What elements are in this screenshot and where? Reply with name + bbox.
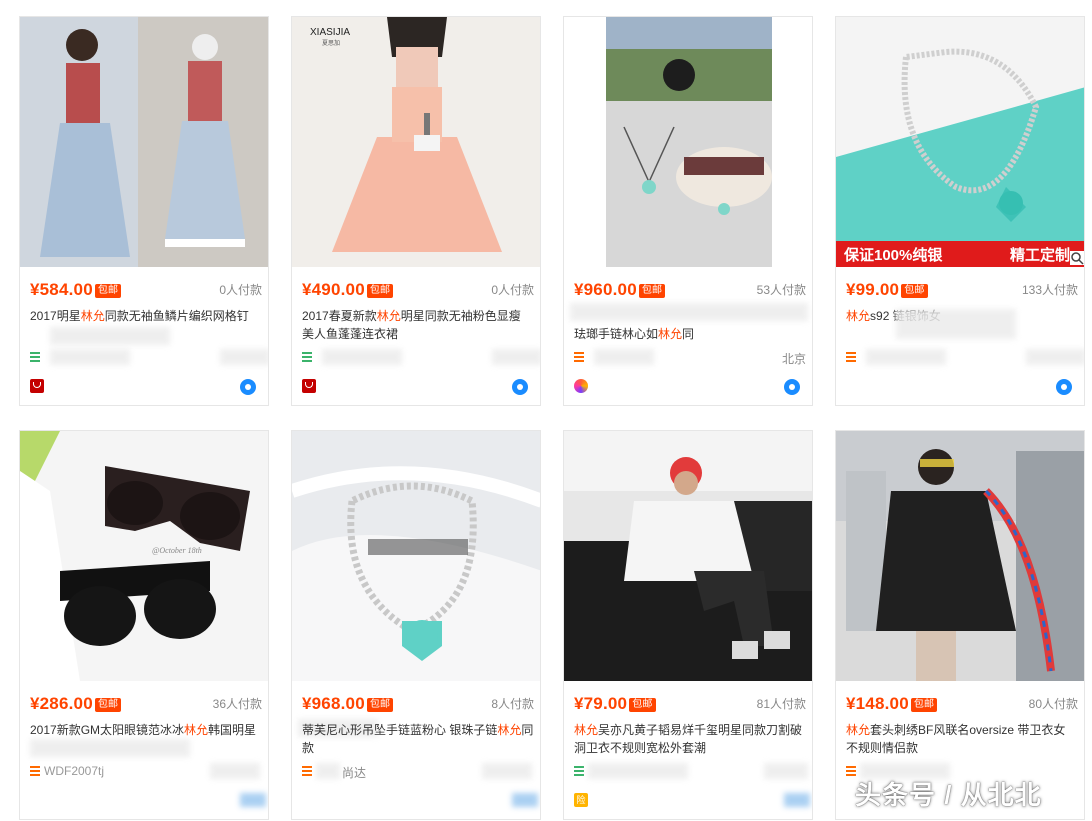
free-shipping-badge: 包邮 <box>638 284 666 298</box>
product-card[interactable]: ¥960.00 包邮 53人付款 珐瑯手链林心如林允同 北京 <box>563 16 813 406</box>
price: ¥584.00 包邮 <box>30 279 122 301</box>
shop-row: 北京 <box>574 349 806 369</box>
image-caption: @October 18th <box>152 546 202 555</box>
insurance-badge: 险 <box>574 793 588 807</box>
badge-row <box>574 379 806 397</box>
price-row: ¥490.00 包邮 0人付款 <box>302 279 534 301</box>
sold-count: 53人付款 <box>756 283 806 297</box>
product-image[interactable]: @October 18th <box>20 431 268 681</box>
sold-count: 36人付款 <box>212 697 262 711</box>
price: ¥148.00 包邮 <box>846 693 938 715</box>
product-card[interactable]: ¥584.00 包邮 0人付款 2017明星林允同款无袖鱼鳞片编织网格钉 <box>19 16 269 406</box>
badge-row <box>30 793 266 811</box>
tmall-icon <box>30 379 44 393</box>
price-row: ¥960.00 包邮 53人付款 <box>574 279 806 301</box>
product-title[interactable]: 蒂芙尼心形吊坠手链蓝粉心 银珠子链林允同款 <box>302 721 534 757</box>
location: 北京 <box>781 352 806 366</box>
wangwang-chat-icon[interactable] <box>240 379 256 395</box>
shop-icon <box>302 352 312 362</box>
sold-count: 81人付款 <box>756 697 806 711</box>
zoom-icon[interactable] <box>1070 251 1084 265</box>
sold-count: 0人付款 <box>491 283 534 297</box>
price-row: ¥286.00 包邮 36人付款 <box>30 693 262 715</box>
price-row: ¥968.00 包邮 8人付款 <box>302 693 534 715</box>
price: ¥79.00 包邮 <box>574 693 656 715</box>
sold-count: 80人付款 <box>1028 697 1078 711</box>
product-image[interactable]: 保证100%纯银 精工定制 <box>836 17 1084 267</box>
shop-icon <box>574 766 584 776</box>
product-card[interactable]: 保证100%纯银 精工定制 ¥99.00包邮 133人付款 林允s92 链银饰女 <box>835 16 1085 406</box>
price-row: ¥584.00 包邮 0人付款 <box>30 279 262 301</box>
product-card[interactable]: ¥79.00 包邮 81人付款 林允吴亦凡黄子韬易烊千玺明星同款刀割破洞卫衣不规则… <box>563 430 813 820</box>
price: ¥960.00 包邮 <box>574 279 666 301</box>
shop-row <box>302 349 540 369</box>
product-title[interactable]: 林允吴亦凡黄子韬易烊千玺明星同款刀割破洞卫衣不规则宽松外套潮 <box>574 721 806 757</box>
product-image[interactable] <box>292 431 540 681</box>
brand-logo-subtext: 夏思加 <box>322 39 340 47</box>
product-card[interactable]: @October 18th ¥286.00 包邮 36人付款 2017新款GM太阳… <box>19 430 269 820</box>
shop-name[interactable]: WDF2007tj <box>44 764 104 778</box>
product-card[interactable]: XIASIJIA 夏思加 ¥490.00 包邮 0人付款 2017春夏新款林允明星… <box>291 16 541 406</box>
shop-row <box>846 349 1084 369</box>
product-card[interactable]: ¥968.00 包邮 8人付款 蒂芙尼心形吊坠手链蓝粉心 银珠子链林允同款 尚达 <box>291 430 541 820</box>
promo-banner: 保证100%纯银 精工定制 <box>836 241 1084 267</box>
product-title[interactable]: 林允套头刺绣BF风联名oversize 带卫衣女 不规则情侣款 <box>846 721 1078 757</box>
price-row: ¥79.00 包邮 81人付款 <box>574 693 806 715</box>
product-image[interactable] <box>836 431 1084 681</box>
brand-swirl-icon <box>574 379 588 393</box>
badge-row <box>302 793 538 811</box>
product-title[interactable]: 2017春夏新款林允明星同款无袖粉色显瘦 美人鱼蓬蓬连衣裙 <box>302 307 534 343</box>
price-row: ¥148.00 包邮 80人付款 <box>846 693 1078 715</box>
price: ¥286.00 包邮 <box>30 693 122 715</box>
wangwang-chat-icon[interactable] <box>512 379 528 395</box>
shop-row <box>574 763 808 783</box>
price: ¥99.00 包邮 <box>846 279 928 301</box>
watermark-text: 头条号 / 从北北 <box>855 780 1042 810</box>
free-shipping-badge: 包邮 <box>94 284 122 298</box>
price-row: ¥99.00 包邮 133人付款 <box>846 279 1078 301</box>
wangwang-chat-icon[interactable] <box>1056 379 1072 395</box>
product-image[interactable]: XIASIJIA 夏思加 <box>292 17 540 267</box>
shop-icon <box>846 352 856 362</box>
product-card[interactable]: ¥148.00 包邮 80人付款 林允套头刺绣BF风联名oversize 带卫衣女… <box>835 430 1085 820</box>
shop-name[interactable]: 尚达 <box>342 764 366 781</box>
free-shipping-badge: 包邮 <box>910 698 938 712</box>
wangwang-chat-icon[interactable] <box>784 379 800 395</box>
price: ¥968.00 包邮 <box>302 693 394 715</box>
sold-count: 8人付款 <box>491 697 534 711</box>
free-shipping-badge: 包邮 <box>366 698 394 712</box>
free-shipping-badge: 包邮 <box>629 698 656 712</box>
shop-icon <box>30 352 40 362</box>
shop-row <box>30 349 268 369</box>
brand-logo-text: XIASIJIA <box>310 27 350 38</box>
badge-row <box>302 379 534 397</box>
price: ¥490.00 包邮 <box>302 279 394 301</box>
shop-icon <box>302 766 312 776</box>
free-shipping-badge: 包邮 <box>94 698 122 712</box>
shop-row: 尚达 <box>302 763 534 783</box>
sold-count: 133人付款 <box>1021 283 1078 297</box>
badge-row <box>30 379 262 397</box>
badge-row: 险 <box>574 793 810 811</box>
sold-count: 0人付款 <box>219 283 262 297</box>
shop-icon <box>30 766 40 776</box>
free-shipping-badge: 包邮 <box>366 284 394 298</box>
tmall-icon <box>302 379 316 393</box>
product-grid: ¥584.00 包邮 0人付款 2017明星林允同款无袖鱼鳞片编织网格钉 XIAS… <box>0 0 1092 821</box>
product-image[interactable] <box>564 431 812 681</box>
shop-icon <box>574 352 584 362</box>
badge-row <box>846 379 1078 397</box>
product-image[interactable] <box>20 17 268 267</box>
shop-row: WDF2007tj <box>30 763 262 783</box>
free-shipping-badge: 包邮 <box>901 284 928 298</box>
product-image[interactable] <box>564 17 812 267</box>
